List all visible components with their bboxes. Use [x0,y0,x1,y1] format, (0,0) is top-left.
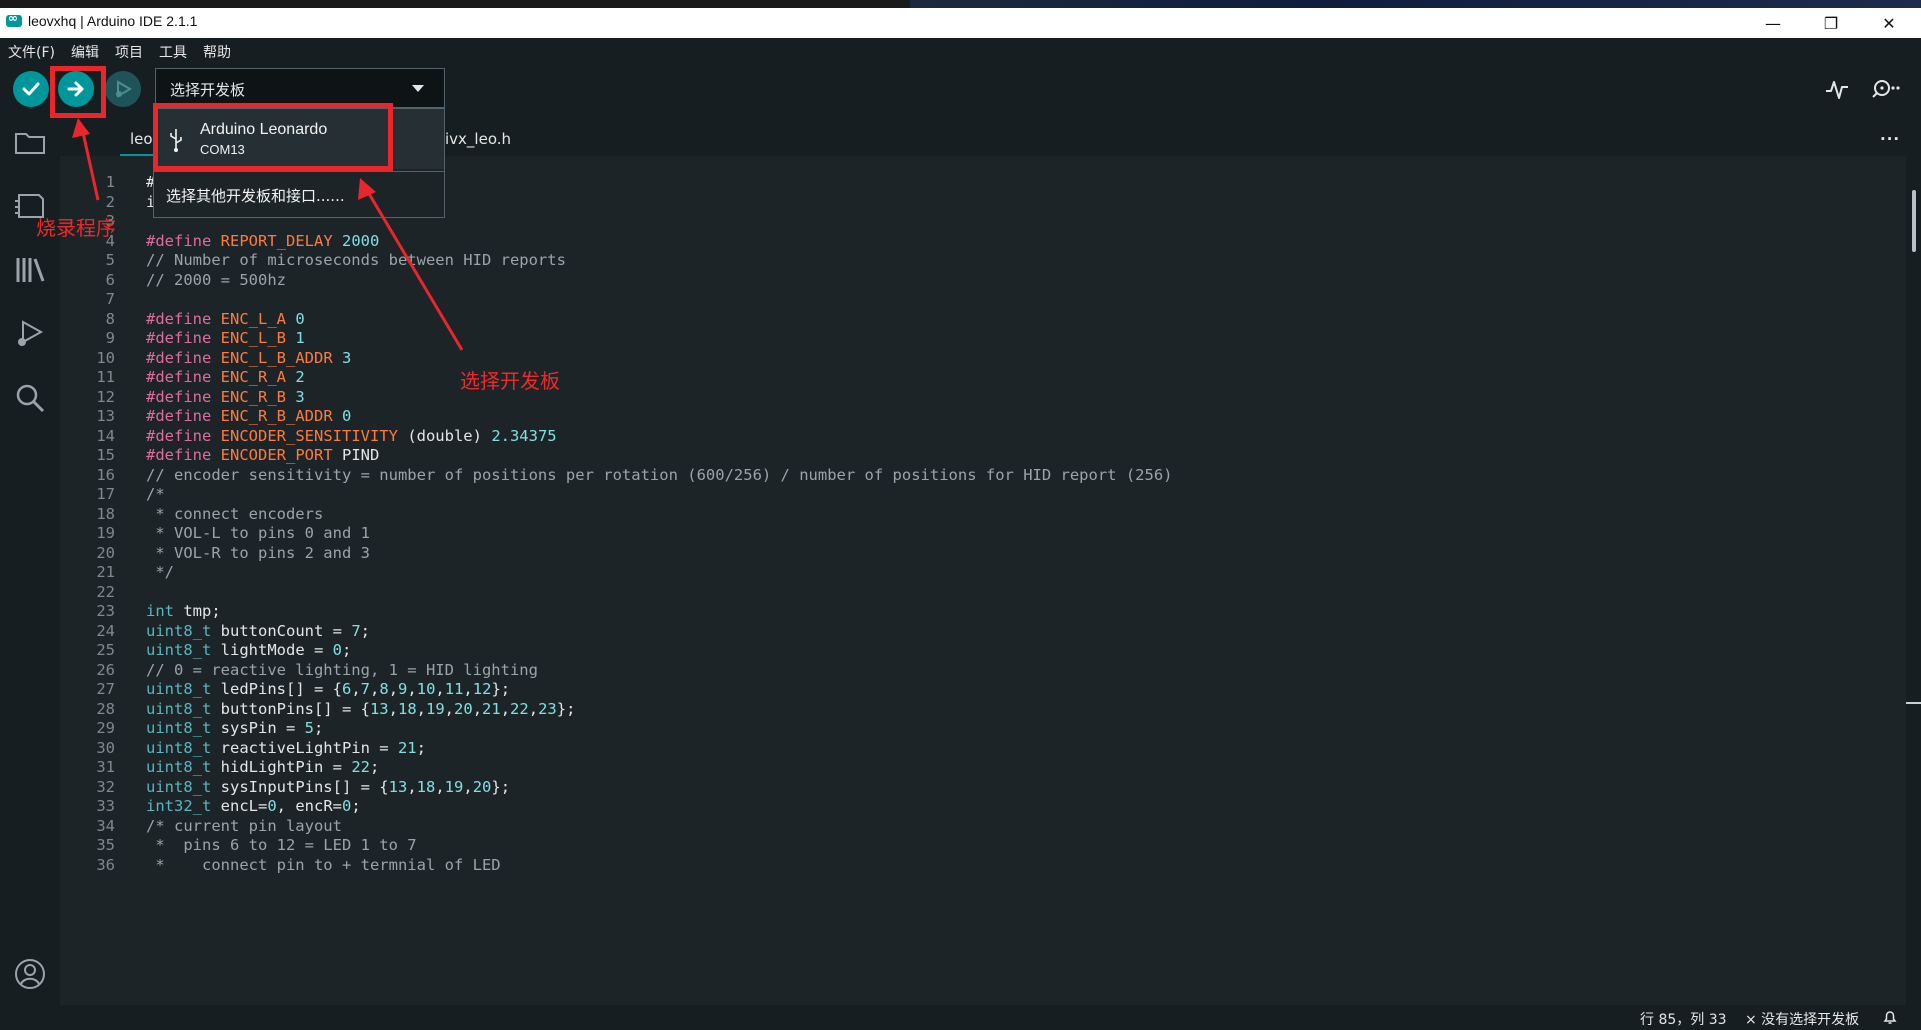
menu-tools[interactable]: 工具 [151,38,195,64]
board-status[interactable]: × 没有选择开发板 [1745,1009,1859,1029]
account-icon [15,959,45,989]
board-annotation-label: 选择开发板 [460,371,560,393]
window-title: leovxhq | Arduino IDE 2.1.1 [28,13,198,29]
minimize-icon[interactable]: — [1744,8,1802,38]
upload-highlight-box [50,66,106,118]
library-manager-icon [16,258,45,282]
scroll-marker [1906,702,1921,704]
status-bar: 行 85，列 33 × 没有选择开发板 [0,1005,1921,1030]
verify-icon [22,82,40,96]
menu-file[interactable]: 文件(F) [0,38,63,64]
menu-edit[interactable]: 编辑 [63,38,107,64]
dropdown-divider [154,171,444,172]
menu-help[interactable]: 帮助 [195,38,239,64]
board-selector[interactable]: 选择开发板 [155,68,445,108]
debug-run-icon [18,320,44,346]
line-number: 36 [96,855,115,874]
code-editor[interactable]: 1 #2 i 3 4 #define REPORT_DELAY 2000 5// Numbe… [60,156,1906,1005]
code-line[interactable]: * connect pin to + termnial of LED [146,853,500,877]
arduino-logo-icon [6,11,22,27]
upload-annotation-label: 烧录程序 [36,218,116,240]
title-bar: leovxhq | Arduino IDE 2.1.1 — ❐ ✕ [0,0,1921,38]
code-line[interactable]: // encoder sensitivity = number of posit… [146,463,1173,487]
sidebar-library-manager[interactable] [12,252,48,288]
chevron-down-icon [412,85,424,92]
serial-plotter-button[interactable] [1822,74,1852,104]
editor-scrollbar[interactable] [1906,156,1921,1005]
code-line[interactable]: */ [146,560,174,584]
sidebar-account[interactable] [12,956,48,992]
debug-icon [116,80,132,98]
board-selector-label: 选择开发板 [170,81,246,99]
code-line[interactable]: * VOL-R to pins 2 and 3 [146,541,370,565]
scroll-thumb[interactable] [1912,190,1916,252]
more-tabs-icon[interactable]: ··· [1870,122,1910,156]
select-other-board-option[interactable]: 选择其他开发板和接口...... [166,185,345,206]
debug-button[interactable] [105,71,141,107]
sidebar-sketchbook[interactable] [12,124,48,160]
title-strip [910,0,1921,8]
sidebar-debug[interactable] [12,316,48,352]
serial-plotter-icon [1826,81,1848,99]
sidebar [0,116,60,1005]
sketchbook-folder-icon [15,133,45,154]
board-highlight-box [153,103,393,171]
tab-ivx-leo-h[interactable]: ivx_leo.h [435,122,521,156]
menu-bar: 文件(F) 编辑 项目 工具 帮助 [0,38,1921,64]
notification-bell-icon[interactable] [1882,1009,1898,1029]
serial-monitor-button[interactable] [1868,74,1902,104]
close-icon[interactable]: ✕ [1860,8,1918,38]
search-icon [16,384,45,413]
serial-monitor-icon [1872,80,1900,98]
menu-sketch[interactable]: 项目 [107,38,151,64]
sidebar-search[interactable] [12,380,48,416]
cursor-position[interactable]: 行 85，列 33 [1640,1009,1727,1029]
code-line[interactable]: // 2000 = 500hz [146,268,286,292]
verify-button[interactable] [13,71,49,107]
restore-icon[interactable]: ❐ [1802,8,1860,38]
